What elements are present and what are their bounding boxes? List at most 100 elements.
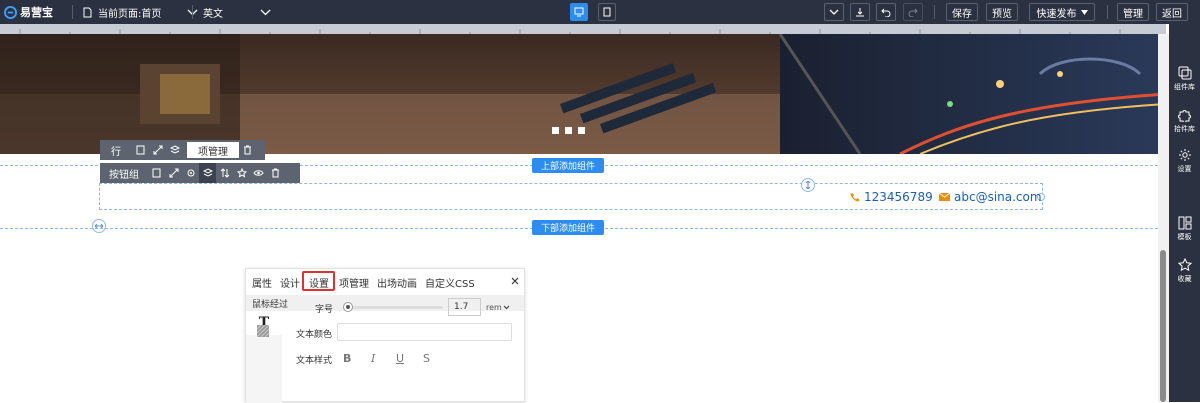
text-color-input[interactable] <box>337 323 512 341</box>
top-toolbar: 易营宝 当前页面:首页 英文 保存 预览 快速发布 管理 返回 <box>0 0 1200 24</box>
italic-button[interactable]: I <box>371 352 375 365</box>
pattern-tab-icon[interactable] <box>256 324 270 338</box>
manage-button[interactable]: 管理 <box>1117 3 1149 21</box>
tab-custom-css[interactable]: 自定义CSS <box>425 275 475 290</box>
logo: 易营宝 <box>4 0 53 24</box>
align-bottom-icon <box>856 8 864 17</box>
sort-icon[interactable] <box>216 163 233 183</box>
slide-indicators <box>552 127 585 134</box>
slide-dot[interactable] <box>552 127 559 134</box>
expand-icon[interactable] <box>149 140 166 160</box>
gear-icon[interactable] <box>182 163 199 183</box>
collapse-button[interactable] <box>824 3 844 21</box>
sidebar-item-label: 拾件库 <box>1174 125 1195 133</box>
item-manage-tab[interactable]: 项管理 <box>187 142 239 158</box>
star-icon[interactable] <box>233 163 250 183</box>
desktop-view-button[interactable] <box>570 3 588 21</box>
sidebar-item-templates[interactable]: 模板 <box>1169 214 1200 250</box>
scrollbar-thumb[interactable] <box>1160 250 1166 402</box>
divider <box>1107 5 1108 19</box>
tab-properties[interactable]: 属性 <box>252 275 272 290</box>
quick-publish-button[interactable]: 快速发布 <box>1029 3 1095 21</box>
language-label: 英文 <box>203 8 223 20</box>
trash-icon[interactable] <box>239 140 256 160</box>
preview-button[interactable]: 预览 <box>986 3 1018 21</box>
subtab-hover[interactable]: 鼠标经过 <box>252 297 288 310</box>
tab-entrance-animation[interactable]: 出场动画 <box>377 275 417 290</box>
sidebar-item-label: 模板 <box>1177 233 1192 241</box>
text-style-label: 文本样式 <box>296 356 333 366</box>
strikethrough-button[interactable]: S <box>423 352 430 365</box>
star-icon <box>1177 258 1192 272</box>
sidebar-item-favorites[interactable]: 收藏 <box>1169 256 1200 292</box>
envelope-icon <box>939 193 950 201</box>
font-size-unit-select[interactable]: rem <box>486 298 514 316</box>
sidebar-item-settings[interactable]: 设置 <box>1169 146 1200 182</box>
horizontal-ruler <box>0 24 1166 35</box>
resize-handle-vertical[interactable] <box>801 178 815 192</box>
edit-icon[interactable] <box>132 140 149 160</box>
slide-dot[interactable] <box>565 127 572 134</box>
chevron-down-icon <box>503 305 510 309</box>
template-icon <box>1178 216 1191 230</box>
row-label: 行 <box>111 146 121 158</box>
slide-dot[interactable] <box>578 127 585 134</box>
close-icon[interactable] <box>511 277 519 285</box>
divider <box>192 5 193 19</box>
sidebar-item-component-library[interactable]: 组件库 <box>1169 64 1200 100</box>
redo-button[interactable] <box>903 3 923 21</box>
move-vertical-icon <box>805 181 811 189</box>
save-button[interactable]: 保存 <box>946 3 978 21</box>
divider <box>72 5 73 19</box>
add-component-above-button[interactable]: 上部添加组件 <box>532 158 604 173</box>
expand-icon[interactable] <box>165 163 182 183</box>
mobile-view-button[interactable] <box>598 3 616 21</box>
sidebar-item-label: 收藏 <box>1177 275 1192 283</box>
font-size-label: 字号 <box>315 305 334 315</box>
align-bottom-button[interactable] <box>850 3 870 21</box>
layers-icon[interactable] <box>166 140 183 160</box>
back-button[interactable]: 返回 <box>1156 3 1188 21</box>
undo-button[interactable] <box>876 3 896 21</box>
banner-slideshow[interactable] <box>0 34 1166 154</box>
sidebar-item-plugin-library[interactable]: 拾件库 <box>1169 106 1200 142</box>
eye-icon[interactable] <box>250 163 267 183</box>
bold-button[interactable]: B <box>343 352 351 365</box>
underline-button[interactable]: U <box>396 352 404 365</box>
mobile-icon <box>603 7 611 17</box>
phone-icon <box>850 193 860 202</box>
chevron-down-icon <box>260 9 271 15</box>
gear-icon <box>1178 149 1191 161</box>
trash-icon[interactable] <box>267 163 284 183</box>
tab-item-manage[interactable]: 项管理 <box>339 275 369 290</box>
tab-settings[interactable]: 设置 <box>309 275 329 290</box>
logo-icon <box>4 5 17 19</box>
quick-publish-label: 快速发布 <box>1036 8 1077 20</box>
button-group-toolbar: 按钮组 <box>100 163 300 183</box>
puzzle-icon <box>1177 110 1191 122</box>
redo-icon <box>908 8 918 17</box>
right-sidebar: 组件库 拾件库 设置 模板 收藏 <box>1169 24 1200 402</box>
row-toolbar: 行 项管理 <box>100 140 265 160</box>
email-button[interactable]: abc@sina.com <box>939 190 1042 204</box>
current-page-selector[interactable]: 当前页面:首页 <box>83 0 198 24</box>
phone-text: 123456789 <box>864 190 933 204</box>
layers-icon[interactable] <box>199 163 216 183</box>
unit-label: rem <box>486 302 502 312</box>
font-size-input[interactable]: 1.7 <box>448 298 481 316</box>
slider-handle[interactable] <box>343 302 353 312</box>
edit-icon[interactable] <box>148 163 165 183</box>
font-size-slider[interactable] <box>343 306 443 309</box>
phone-button[interactable]: 123456789 <box>850 190 933 204</box>
language-selector[interactable]: 英文 <box>203 0 271 24</box>
divider <box>934 5 935 19</box>
resize-handle-horizontal[interactable] <box>92 219 106 233</box>
layers-copy-icon <box>1178 66 1191 80</box>
caret-down-icon <box>1080 9 1088 15</box>
undo-icon <box>881 8 891 17</box>
logo-text: 易营宝 <box>20 6 53 19</box>
monitor-icon <box>574 7 584 17</box>
tab-design[interactable]: 设计 <box>280 275 300 290</box>
add-component-below-button[interactable]: 下部添加组件 <box>532 220 604 235</box>
sidebar-item-label: 组件库 <box>1174 83 1195 91</box>
